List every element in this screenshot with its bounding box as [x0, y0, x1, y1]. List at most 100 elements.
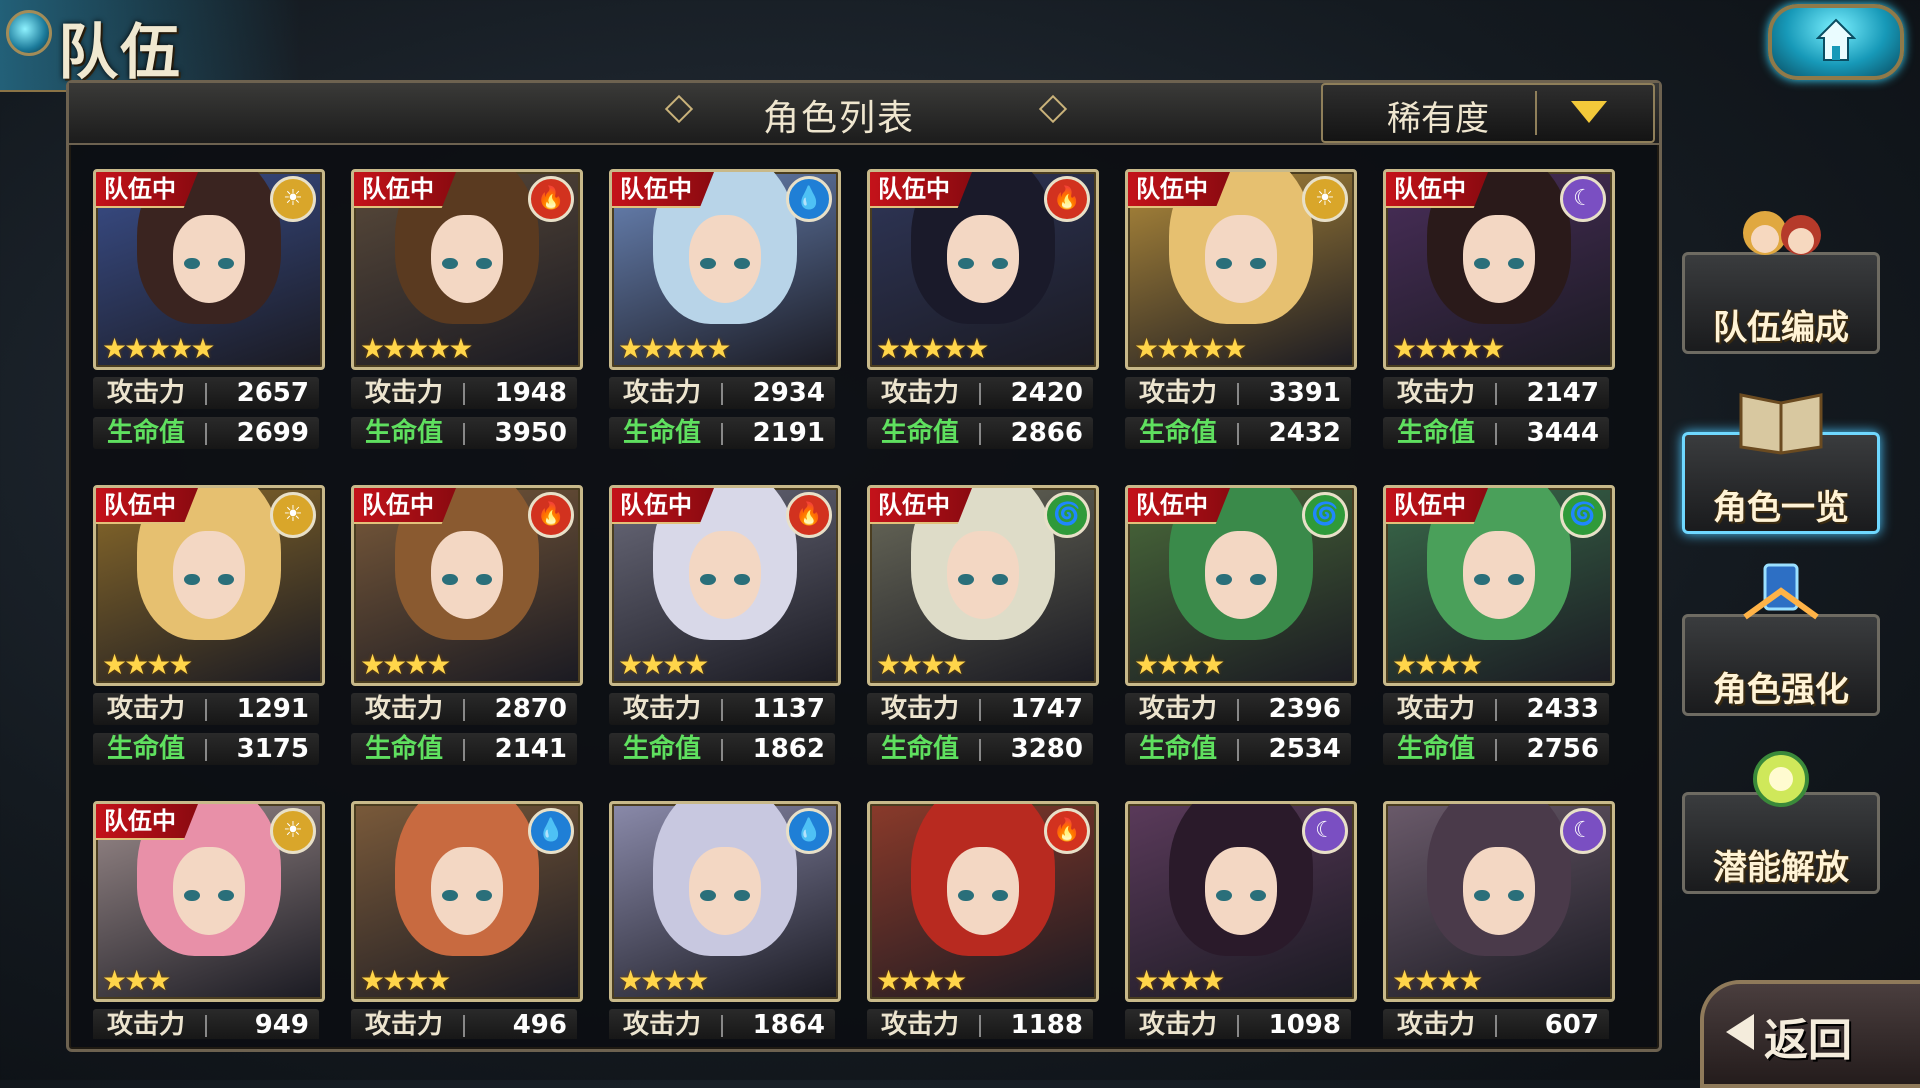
- character-card[interactable]: 队伍中 ☀ ★★★★★ 攻击力 3391 生命值 2432: [1125, 169, 1357, 474]
- stat-separator: [721, 383, 723, 405]
- title-orb-icon: [6, 10, 52, 56]
- character-portrait[interactable]: 💧 ★★★★: [609, 801, 841, 1002]
- character-card[interactable]: 队伍中 💧 ★★★★★ 攻击力 2934 生命值 2191: [609, 169, 841, 474]
- character-portrait[interactable]: ☾ ★★★★: [1383, 801, 1615, 1002]
- character-face: [172, 530, 246, 619]
- rarity-stars: ★★★★: [618, 648, 709, 681]
- rarity-stars: ★★★★★: [618, 332, 732, 365]
- character-portrait[interactable]: 队伍中 🌀 ★★★★: [1383, 485, 1615, 686]
- character-portrait[interactable]: 🔥 ★★★★: [867, 801, 1099, 1002]
- attack-value: 1291: [236, 694, 309, 724]
- character-card[interactable]: 队伍中 🔥 ★★★★★ 攻击力 2420 生命值 2866: [867, 169, 1099, 474]
- character-card[interactable]: ☾ ★★★★ 攻击力 607: [1383, 801, 1615, 1039]
- character-portrait[interactable]: 队伍中 🔥 ★★★★★: [351, 169, 583, 370]
- attack-label: 攻击力: [1139, 1010, 1218, 1039]
- attack-value: 2433: [1526, 694, 1599, 724]
- character-card[interactable]: 💧 ★★★★ 攻击力 496: [351, 801, 583, 1039]
- stat-separator: [1237, 699, 1239, 721]
- character-card[interactable]: 队伍中 🌀 ★★★★ 攻击力 2396 生命值 2534: [1125, 485, 1357, 790]
- character-card[interactable]: ☾ ★★★★ 攻击力 1098: [1125, 801, 1357, 1039]
- sort-dropdown[interactable]: 稀有度: [1321, 83, 1655, 143]
- stat-separator: [979, 699, 981, 721]
- character-card[interactable]: 队伍中 🔥 ★★★★★ 攻击力 1948 生命值 3950: [351, 169, 583, 474]
- in-team-badge: 队伍中: [870, 172, 972, 208]
- attack-value: 496: [512, 1010, 567, 1039]
- character-portrait[interactable]: 队伍中 🌀 ★★★★: [1125, 485, 1357, 686]
- attack-value: 1137: [752, 694, 825, 724]
- attack-stat: 攻击力 949: [93, 1009, 319, 1039]
- attack-label: 攻击力: [1397, 378, 1476, 408]
- in-team-badge: 队伍中: [1386, 488, 1488, 524]
- character-portrait[interactable]: 队伍中 🌀 ★★★★: [867, 485, 1099, 686]
- rarity-stars: ★★★★: [360, 964, 451, 997]
- hp-value: 2191: [752, 418, 825, 448]
- hp-value: 2141: [494, 734, 567, 764]
- attack-stat: 攻击力 607: [1383, 1009, 1609, 1039]
- character-portrait[interactable]: 队伍中 🔥 ★★★★: [609, 485, 841, 686]
- character-face: [1204, 214, 1278, 303]
- character-portrait[interactable]: 队伍中 🔥 ★★★★: [351, 485, 583, 686]
- character-overview-button[interactable]: 角色一览: [1682, 393, 1880, 534]
- attack-label: 攻击力: [881, 1010, 960, 1039]
- potential-unlock-button[interactable]: 潜能解放: [1682, 751, 1880, 894]
- rarity-stars: ★★★★★: [1392, 332, 1506, 365]
- hp-label: 生命值: [881, 734, 960, 764]
- character-card[interactable]: 队伍中 🌀 ★★★★ 攻击力 1747 生命值 3280: [867, 485, 1099, 790]
- sun-element-icon: ☀: [1302, 176, 1348, 222]
- hp-stat: 生命值 2432: [1125, 417, 1351, 449]
- hp-label: 生命值: [1139, 734, 1218, 764]
- hp-stat: 生命值 1862: [609, 733, 835, 765]
- character-face: [430, 214, 504, 303]
- dropdown-arrow-icon[interactable]: [1571, 101, 1607, 123]
- fire-element-icon: 🔥: [528, 176, 574, 222]
- stat-separator: [463, 423, 465, 445]
- hp-stat: 生命值 2756: [1383, 733, 1609, 765]
- in-team-badge: 队伍中: [354, 172, 456, 208]
- character-face: [1462, 846, 1536, 935]
- stat-separator: [1495, 699, 1497, 721]
- character-card[interactable]: 💧 ★★★★ 攻击力 1864: [609, 801, 841, 1039]
- stat-separator: [721, 1015, 723, 1037]
- attack-stat: 攻击力 1864: [609, 1009, 835, 1039]
- screen-title: 队伍: [58, 18, 182, 88]
- character-enhance-button[interactable]: 角色强化: [1682, 563, 1880, 716]
- character-card[interactable]: 队伍中 🔥 ★★★★ 攻击力 1137 生命值 1862: [609, 485, 841, 790]
- back-button[interactable]: 返回: [1700, 980, 1920, 1088]
- hp-stat: 生命值 2534: [1125, 733, 1351, 765]
- hp-label: 生命值: [1397, 418, 1476, 448]
- attack-label: 攻击力: [365, 694, 444, 724]
- character-portrait[interactable]: 💧 ★★★★: [351, 801, 583, 1002]
- stat-separator: [1495, 739, 1497, 761]
- character-portrait[interactable]: 队伍中 ☾ ★★★★★: [1383, 169, 1615, 370]
- character-portrait[interactable]: 队伍中 ☀ ★★★★★: [93, 169, 325, 370]
- character-portrait[interactable]: 队伍中 💧 ★★★★★: [609, 169, 841, 370]
- moon-element-icon: ☾: [1560, 176, 1606, 222]
- stat-separator: [205, 423, 207, 445]
- stat-separator: [1495, 383, 1497, 405]
- team-formation-button[interactable]: 队伍编成: [1682, 211, 1880, 354]
- character-portrait[interactable]: 队伍中 🔥 ★★★★★: [867, 169, 1099, 370]
- character-face: [1204, 530, 1278, 619]
- character-portrait[interactable]: 队伍中 ☀ ★★★: [93, 801, 325, 1002]
- home-button[interactable]: [1768, 4, 1904, 80]
- stat-separator: [979, 383, 981, 405]
- home-icon: [1816, 18, 1856, 61]
- attack-value: 2657: [236, 378, 309, 408]
- character-card[interactable]: 🔥 ★★★★ 攻击力 1188: [867, 801, 1099, 1039]
- character-card[interactable]: 队伍中 ☀ ★★★★★ 攻击力 2657 生命值 2699: [93, 169, 325, 474]
- character-card[interactable]: 队伍中 ☾ ★★★★★ 攻击力 2147 生命值 3444: [1383, 169, 1615, 474]
- character-card[interactable]: 队伍中 🌀 ★★★★ 攻击力 2433 生命值 2756: [1383, 485, 1615, 790]
- character-portrait[interactable]: 队伍中 ☀ ★★★★: [93, 485, 325, 686]
- rarity-stars: ★★★★★: [876, 332, 990, 365]
- hp-label: 生命值: [1397, 734, 1476, 764]
- character-card[interactable]: 队伍中 ☀ ★★★ 攻击力 949: [93, 801, 325, 1039]
- character-card[interactable]: 队伍中 🔥 ★★★★ 攻击力 2870 生命值 2141: [351, 485, 583, 790]
- character-face: [946, 530, 1020, 619]
- attack-label: 攻击力: [107, 378, 186, 408]
- character-portrait[interactable]: 队伍中 ☀ ★★★★★: [1125, 169, 1357, 370]
- moon-element-icon: ☾: [1302, 808, 1348, 854]
- rarity-stars: ★★★★★: [102, 332, 216, 365]
- character-portrait[interactable]: ☾ ★★★★: [1125, 801, 1357, 1002]
- hp-stat: 生命值 3444: [1383, 417, 1609, 449]
- character-card[interactable]: 队伍中 ☀ ★★★★ 攻击力 1291 生命值 3175: [93, 485, 325, 790]
